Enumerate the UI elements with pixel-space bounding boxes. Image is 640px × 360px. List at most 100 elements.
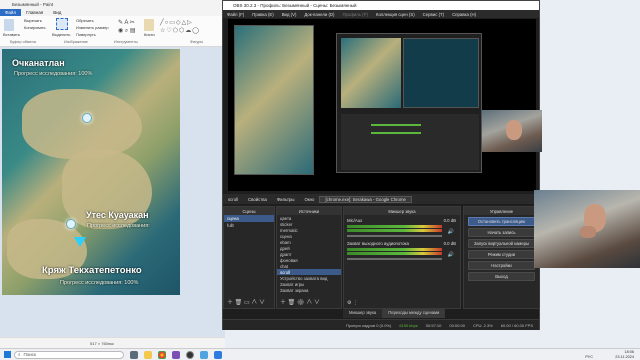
mixer-settings-icon[interactable]: ⚙ ⋮ xyxy=(347,300,358,306)
stop-streaming-button[interactable]: Остановить трансляцию xyxy=(468,217,535,226)
tab-audio-mixer[interactable]: Микшер звука xyxy=(343,309,383,318)
obs-icon[interactable] xyxy=(186,350,194,359)
rotate-button[interactable]: Повернуть xyxy=(76,32,96,37)
scene-item[interactable]: fullt xyxy=(224,222,274,229)
shapes-gallery[interactable]: ╱○▭◇△▷ ☆♡⬠⬡☁◯ xyxy=(160,19,210,35)
source-toolbar[interactable]: ＋ 🗑 ⚙ ∧ ∨ xyxy=(280,297,320,306)
paint-icon[interactable] xyxy=(200,350,208,359)
clock-date: 23.11.2024 xyxy=(615,354,634,359)
paint-title: Безымянный - Paint xyxy=(12,2,54,7)
settings-button[interactable]: Настройки xyxy=(468,261,535,270)
select-icon[interactable] xyxy=(56,18,68,30)
resize-button[interactable]: Изменить размер xyxy=(76,25,109,30)
mixer-channel-name: Захват выходного аудиопотока xyxy=(347,241,409,246)
speaker-icon[interactable]: 🔊 xyxy=(448,252,454,258)
start-icon[interactable] xyxy=(4,351,11,358)
volume-meter xyxy=(347,229,442,232)
mixer-dock: Микшер звука Mic/Aux 0.0 dB 🔊 Захват вых… xyxy=(343,206,461,309)
current-source-name: scroll xyxy=(228,196,239,202)
window-select[interactable]: [chrome.exe]: Serakawa - Google Chrome xyxy=(319,195,412,203)
tab-scene-transitions[interactable]: Переходы между сценами xyxy=(382,309,446,318)
group-tools: Инструменты xyxy=(114,40,138,44)
brushes-icon[interactable] xyxy=(144,19,154,31)
tools-icons[interactable]: ✎ A ✂ ◉ ⌕ ▤ xyxy=(118,19,144,35)
tab-view[interactable]: Вид xyxy=(48,10,66,15)
speaker-icon[interactable]: 🔊 xyxy=(448,229,454,235)
edge-icon[interactable] xyxy=(214,350,222,359)
filters-button[interactable]: Фильтры xyxy=(272,197,300,202)
waypoint-icon[interactable] xyxy=(66,219,76,229)
tab-home[interactable]: Главная xyxy=(21,10,48,15)
mixer-header: Микшер звука xyxy=(344,207,460,215)
chrome-icon[interactable] xyxy=(158,350,166,359)
map-region-label: Очканатлан xyxy=(12,58,65,68)
menu-scene-collection[interactable]: Коллекция сцен (S) xyxy=(372,12,419,17)
crop-button[interactable]: Обрезать xyxy=(76,18,94,23)
menu-docks[interactable]: Док-панели (D) xyxy=(300,12,338,17)
game-app-icon[interactable] xyxy=(172,350,180,359)
waypoint-icon[interactable] xyxy=(82,113,92,123)
fps-readout: 60.00 / 60.00 FPS xyxy=(500,322,533,328)
map-progress-label: Прогресс исследования: 100% xyxy=(14,71,93,77)
virtual-camera-button[interactable]: Запуск виртуальной камеры xyxy=(468,239,535,248)
select-button[interactable]: Выделить xyxy=(52,32,70,37)
scenes-header: Сцены xyxy=(224,207,274,215)
menu-tools[interactable]: Сервис (T) xyxy=(419,12,448,17)
copy-button[interactable]: Копировать xyxy=(24,25,46,30)
clock[interactable]: 18:06 23.11.2024 xyxy=(594,350,634,360)
scene-item[interactable]: сцена xyxy=(224,215,274,222)
scenes-dock: Сцены сцена fullt ＋ 🗑 ▭ ∧ ∨ xyxy=(223,206,275,309)
mixer-channel-name: Mic/Aux xyxy=(347,218,363,223)
taskbar-search[interactable]: ⌕ Поиск xyxy=(14,350,124,359)
obs-preview[interactable] xyxy=(228,19,536,191)
group-shapes: Фигуры xyxy=(190,40,204,44)
clock-time: 18:06 xyxy=(624,350,634,354)
map-cliff-progress: Прогресс исследования: xyxy=(87,223,150,229)
preview-map-source xyxy=(234,25,314,175)
menu-profile[interactable]: Профиль (P) xyxy=(338,12,371,17)
volume-meter xyxy=(347,252,442,255)
tab-file[interactable]: Файл xyxy=(0,9,22,16)
paste-icon[interactable] xyxy=(4,19,14,31)
menu-file[interactable]: Файл (F) xyxy=(223,12,248,17)
nested-map xyxy=(341,38,401,108)
map-ridge-label: Кряж Текхатепетонко xyxy=(42,265,142,276)
nested-preview xyxy=(403,38,479,108)
volume-slider[interactable] xyxy=(347,258,442,260)
paste-button[interactable]: Вставить xyxy=(3,32,20,37)
stream-bitrate: 6190 kbps xyxy=(399,322,418,328)
cut-button[interactable]: Вырезать xyxy=(24,18,42,23)
obs-window: OBS 30.2.3 - Профиль: Безымянный - Сцены… xyxy=(222,0,540,330)
brushes-button[interactable]: Кисти xyxy=(144,32,155,37)
exit-button[interactable]: Выход xyxy=(468,272,535,281)
scene-toolbar[interactable]: ＋ 🗑 ▭ ∧ ∨ xyxy=(227,297,265,306)
obs-title: OBS 30.2.3 - Профиль: Безымянный - Сцены… xyxy=(233,3,357,8)
task-view-icon[interactable] xyxy=(130,350,138,359)
language-indicator[interactable]: РУС xyxy=(585,355,593,359)
explorer-icon[interactable] xyxy=(144,350,152,359)
controls-header: Управление xyxy=(464,207,539,215)
mixer-channel-db: 0.0 dB xyxy=(443,218,456,223)
map-cliff-label: Утес Куауакан xyxy=(86,210,149,220)
search-icon: ⌕ xyxy=(18,352,21,357)
group-image: Изображение xyxy=(64,40,88,44)
windows-taskbar: ⌕ Поиск РУС 18:06 23.11.2024 xyxy=(0,348,640,360)
properties-button[interactable]: Свойства xyxy=(243,197,272,202)
start-recording-button[interactable]: Начать запись xyxy=(468,228,535,237)
volume-slider[interactable] xyxy=(347,235,442,237)
stream-time: 00:57:10 xyxy=(425,322,442,328)
menu-edit[interactable]: Правка (E) xyxy=(248,12,277,17)
paint-title-bar: Безымянный - Paint xyxy=(0,0,225,9)
studio-mode-button[interactable]: Режим студии xyxy=(468,250,535,259)
menu-help[interactable]: Справка (H) xyxy=(448,12,480,17)
menu-view[interactable]: Вид (V) xyxy=(278,12,301,17)
map-canvas[interactable]: Очканатлан Прогресс исследования: 100% У… xyxy=(2,49,180,295)
system-tray[interactable]: РУС 18:06 23.11.2024 xyxy=(585,350,634,360)
nested-docks xyxy=(341,114,479,170)
source-item[interactable]: Захват экрана xyxy=(277,287,341,293)
obs-status-bar: Пропуск кадров 0 (0.0%) 6190 kbps 00:57:… xyxy=(223,319,539,330)
map-ridge-progress: Прогресс исследования: 100% xyxy=(60,280,139,286)
controls-dock: Управление Остановить трансляцию Начать … xyxy=(463,206,540,309)
obs-menu-bar: Файл (F) Правка (E) Вид (V) Док-панели (… xyxy=(223,10,539,18)
sources-dock: Источники цвета sticker merrsatic сцена … xyxy=(276,206,342,309)
